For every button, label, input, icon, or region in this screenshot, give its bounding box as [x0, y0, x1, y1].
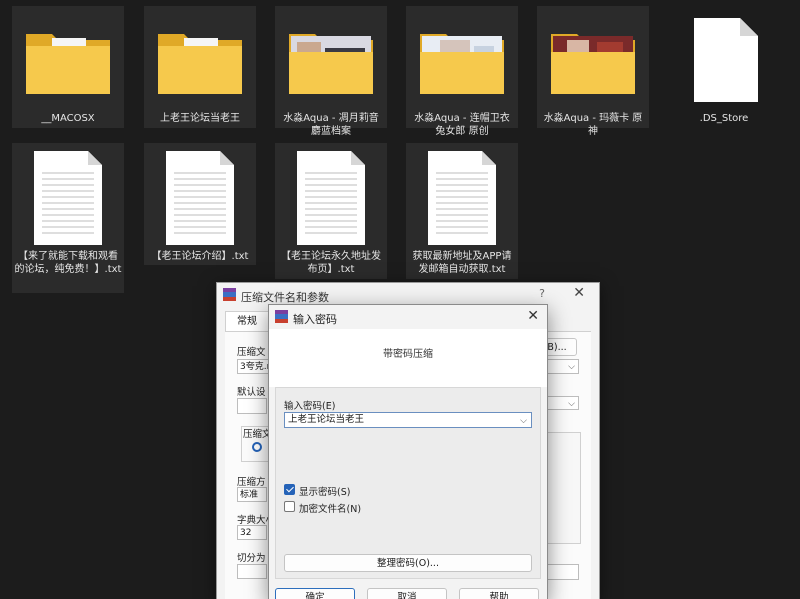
- winrar-icon: [223, 288, 236, 301]
- dictionary-select[interactable]: 32: [237, 525, 267, 540]
- show-password-label[interactable]: 显示密码(S): [299, 484, 350, 498]
- text-file-item-4[interactable]: 获取最新地址及APP请发邮箱自动获取.txt: [406, 143, 518, 279]
- text-file-item-1[interactable]: 【来了就能下载和观看的论坛，纯免费！】.txt: [12, 143, 124, 293]
- split-label: 切分为: [237, 553, 266, 564]
- cancel-button[interactable]: 取消: [367, 588, 447, 599]
- folder-with-photo-icon: [551, 34, 635, 94]
- close-icon[interactable]: ✕: [573, 285, 585, 301]
- file-name: .DS_Store: [699, 113, 749, 124]
- header-text: 带密码压缩: [383, 349, 433, 360]
- dialog-title: 输入密码: [293, 313, 337, 326]
- password-group: 输入密码(E) 上老王论坛当老王 ⌵ 显示密码(S) 加密文件名(N) 整理密码…: [275, 387, 541, 579]
- default-profile-label: 默认设: [237, 387, 266, 398]
- tab-general[interactable]: 常规: [225, 311, 269, 332]
- dialog-header: 带密码压缩: [269, 329, 547, 387]
- text-file-icon: [166, 151, 234, 245]
- encrypt-filenames-checkbox[interactable]: [284, 501, 295, 512]
- method-select[interactable]: 标准: [237, 487, 267, 502]
- folder-with-photo-icon: [289, 34, 373, 94]
- text-file-icon: [34, 151, 102, 245]
- folder-item-aqua-3[interactable]: 水淼Aqua - 玛薇卡 原神: [537, 6, 649, 137]
- chevron-down-icon: ⌵: [520, 416, 527, 426]
- file-item-ds-store[interactable]: .DS_Store: [668, 6, 780, 128]
- dialog-titlebar[interactable]: 输入密码 ✕: [269, 305, 547, 329]
- password-dialog: 输入密码 ✕ 带密码压缩 输入密码(E) 上老王论坛当老王 ⌵ 显示密码(S) …: [268, 304, 548, 599]
- password-value: 上老王论坛当老王: [288, 414, 365, 425]
- folder-item-aqua-2[interactable]: 水淼Aqua - 连帽卫衣 兔女郎 原创: [406, 6, 518, 137]
- folder-with-document-icon: [26, 34, 110, 94]
- file-name: 【老王论坛永久地址发布页】.txt: [281, 251, 381, 275]
- update-mode-select[interactable]: ⌵: [543, 396, 579, 410]
- text-file-item-2[interactable]: 【老王论坛介绍】.txt: [144, 143, 256, 265]
- blank-file-icon: [694, 18, 758, 102]
- folder-item-laowang[interactable]: 上老王论坛当老王: [144, 6, 256, 128]
- help-button[interactable]: 帮助: [459, 588, 539, 599]
- file-name: 获取最新地址及APP请发邮箱自动获取.txt: [412, 251, 512, 275]
- close-icon[interactable]: ✕: [527, 308, 539, 324]
- text-file-item-3[interactable]: 【老王论坛永久地址发布页】.txt: [275, 143, 387, 279]
- split-input[interactable]: [237, 564, 267, 579]
- file-name: 水淼Aqua - 连帽卫衣 兔女郎 原创: [414, 113, 510, 137]
- show-password-checkbox[interactable]: [284, 484, 295, 495]
- chevron-down-icon: ⌵: [568, 362, 575, 372]
- set-password-area[interactable]: [543, 564, 579, 580]
- profile-button[interactable]: [237, 398, 267, 414]
- folder-item-aqua-1[interactable]: 水淼Aqua - 凋月莉音 麝蓝档案: [275, 6, 387, 137]
- folder-item-macosx[interactable]: __MACOSX: [12, 6, 124, 128]
- text-file-icon: [297, 151, 365, 245]
- file-name: 水淼Aqua - 凋月莉音 麝蓝档案: [283, 113, 379, 137]
- encrypt-filenames-label[interactable]: 加密文件名(N): [299, 501, 361, 515]
- text-file-icon: [428, 151, 496, 245]
- ok-button[interactable]: 确定: [275, 588, 355, 599]
- enter-password-label: 输入密码(E): [284, 401, 336, 412]
- file-name: __MACOSX: [41, 113, 95, 124]
- chevron-down-icon: ⌵: [568, 399, 575, 409]
- format-radio-rar[interactable]: [252, 442, 262, 452]
- file-name: 【来了就能下载和观看的论坛，纯免费！】.txt: [14, 251, 122, 275]
- folder-with-photo-icon: [420, 34, 504, 94]
- desktop: __MACOSX 上老王论坛当老王 水淼Aqua - 凋月莉音 麝蓝档案 水淼A…: [0, 0, 800, 599]
- help-icon[interactable]: ?: [539, 287, 545, 300]
- method-label: 压缩方: [237, 477, 266, 488]
- folder-with-document-icon: [158, 34, 242, 94]
- options-group: [543, 432, 581, 544]
- password-input[interactable]: 上老王论坛当老王 ⌵: [284, 412, 532, 428]
- archive-name-label: 压缩文: [237, 347, 266, 358]
- file-name: 【老王论坛介绍】.txt: [151, 251, 249, 262]
- file-name: 水淼Aqua - 玛薇卡 原神: [543, 113, 643, 137]
- file-name: 上老王论坛当老王: [160, 113, 240, 124]
- dialog-title: 压缩文件名和参数: [241, 291, 329, 304]
- winrar-icon: [275, 310, 288, 323]
- organize-passwords-button[interactable]: 整理密码(O)...: [284, 554, 532, 572]
